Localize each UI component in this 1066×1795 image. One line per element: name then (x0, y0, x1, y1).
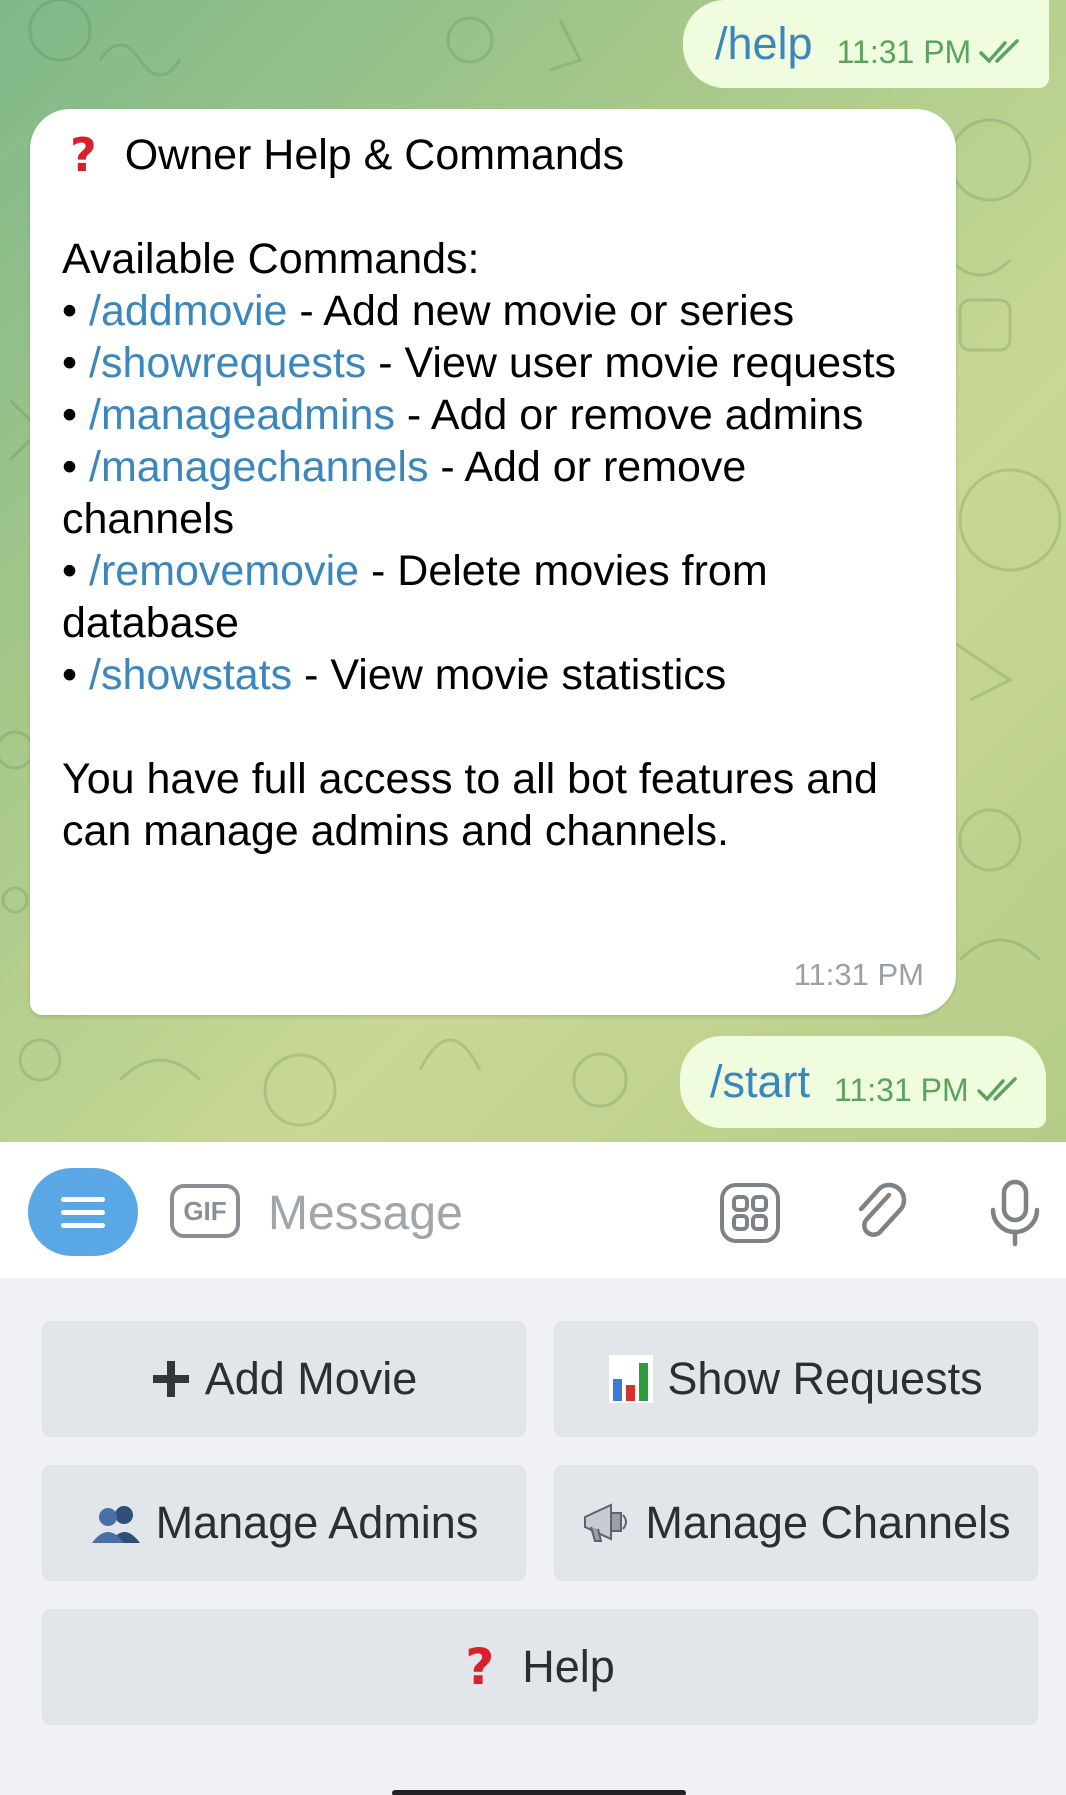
button-label: Manage Admins (155, 1497, 479, 1548)
command-link[interactable]: /showstats (89, 651, 292, 699)
command-link[interactable]: /removemovie (89, 547, 359, 595)
command-link[interactable]: /showrequests (89, 339, 366, 387)
sticker-icon[interactable] (715, 1178, 785, 1248)
menu-icon (61, 1196, 105, 1202)
message-title-text: Owner Help & Commands (124, 131, 625, 179)
bar-chart-icon (609, 1355, 654, 1403)
command-description: Add or remove admins (430, 391, 864, 439)
command-description: View movie statistics (330, 651, 727, 699)
command-description: Add new movie or series (323, 287, 795, 335)
bot-menu-button[interactable] (28, 1168, 138, 1256)
message-text: /help (715, 18, 813, 69)
plus-icon (151, 1359, 191, 1399)
outgoing-message-help[interactable]: /help 11:31 PM (683, 0, 1049, 88)
message-footer: You have full access to all bot features… (62, 755, 878, 855)
command-link[interactable]: /managechannels (89, 443, 428, 491)
button-label: Add Movie (204, 1353, 418, 1404)
manage-channels-button[interactable]: Manage Channels (554, 1465, 1038, 1581)
question-icon: ? (465, 1638, 495, 1696)
command-line: • /showstats - View movie statistics (62, 651, 727, 699)
commands-heading: Available Commands: (62, 235, 480, 283)
message-input[interactable] (268, 1180, 688, 1246)
button-label: Help (522, 1641, 615, 1692)
double-check-icon (976, 1077, 1017, 1102)
message-meta: 11:31 PM (837, 34, 1026, 71)
command-description: View user movie requests (404, 339, 897, 387)
question-icon: ? (70, 128, 97, 182)
manage-admins-button[interactable]: Manage Admins (42, 1465, 526, 1581)
help-button[interactable]: ? Help (42, 1609, 1038, 1725)
command-link[interactable]: /addmovie (89, 287, 287, 335)
command-line: • /removemovie - Delete movies from data… (62, 547, 768, 647)
double-check-icon (979, 39, 1019, 64)
command-line: • /managechannels - Add or remove channe… (62, 443, 747, 543)
megaphone-icon (581, 1499, 631, 1547)
bot-keyboard: Add Movie Show Requests Manage Admins Ma… (0, 1278, 1066, 1795)
add-movie-button[interactable]: Add Movie (42, 1321, 526, 1437)
command-line: • /manageadmins - Add or remove admins (62, 391, 864, 439)
command-link[interactable]: /manageadmins (89, 391, 395, 439)
home-indicator (392, 1790, 686, 1795)
button-label: Show Requests (667, 1353, 983, 1404)
command-line: • /addmovie - Add new movie or series (62, 287, 795, 335)
message-input-bar: GIF (0, 1142, 1066, 1278)
message-text: /start (710, 1056, 811, 1107)
gif-icon[interactable]: GIF (170, 1184, 240, 1238)
outgoing-message-start[interactable]: /start 11:31 PM (680, 1036, 1046, 1128)
chat-area: /help 11:31 PM ? Owner Help & Commands A… (0, 0, 1066, 1142)
message-time: 11:31 PM (836, 33, 972, 70)
command-line: • /showrequests - View user movie reques… (62, 339, 897, 387)
message-meta: 11:31 PM (834, 1072, 1023, 1109)
message-time: 11:31 PM (793, 957, 924, 992)
message-time: 11:31 PM (834, 1071, 969, 1108)
button-label: Manage Channels (645, 1497, 1011, 1548)
paperclip-icon[interactable] (846, 1178, 916, 1248)
microphone-icon[interactable] (980, 1178, 1050, 1248)
message-title: ? Owner Help & Commands (62, 129, 924, 181)
users-icon (90, 1503, 142, 1543)
incoming-message-help[interactable]: ? Owner Help & Commands Available Comman… (30, 109, 956, 1015)
show-requests-button[interactable]: Show Requests (554, 1321, 1038, 1437)
